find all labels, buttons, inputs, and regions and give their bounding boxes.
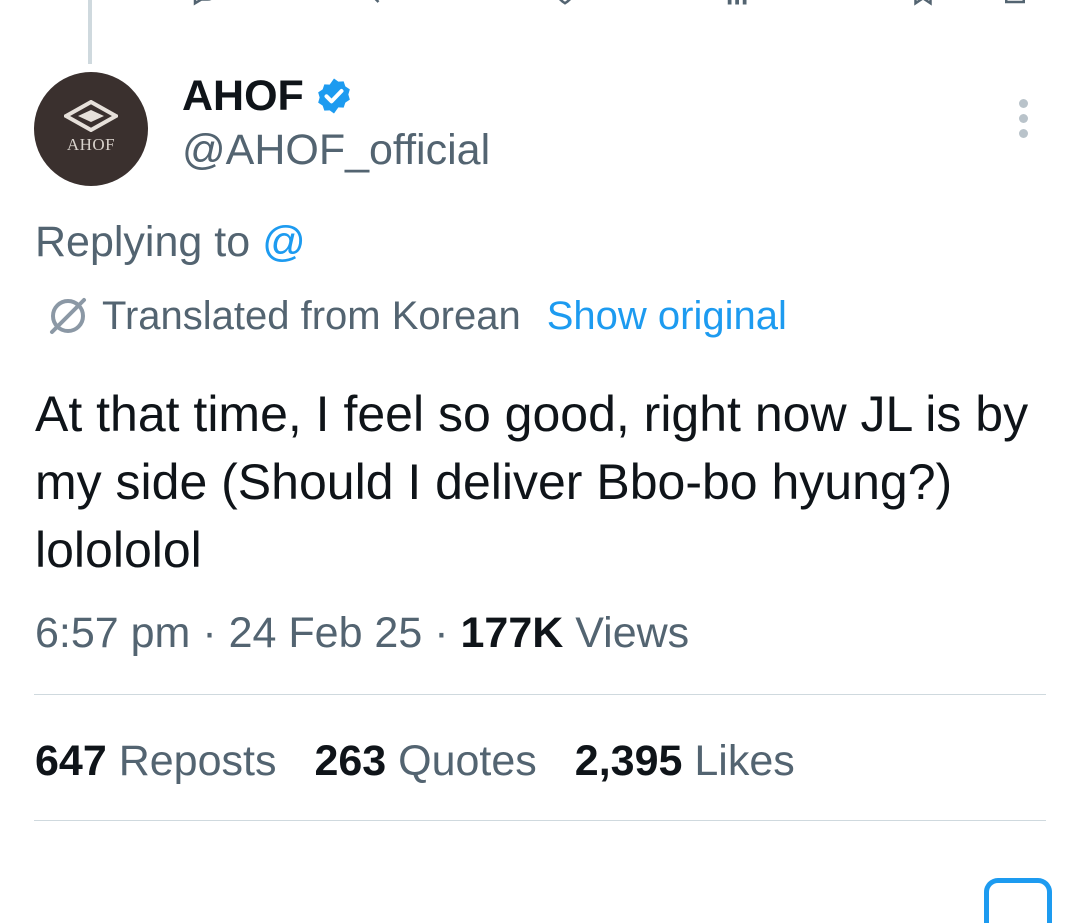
display-name-text: AHOF [182,72,304,120]
meta-separator: · [434,609,461,657]
reposts-label: Reposts [118,737,277,785]
likes-stat[interactable]: 2,395 Likes [575,735,795,787]
replying-handle-link[interactable]: @ [262,218,306,266]
reposts-count: 647 [35,737,107,785]
tweet-date[interactable]: 24 Feb 25 [229,609,423,657]
thread-connector-line [88,0,92,64]
verified-icon [317,78,350,114]
avatar[interactable]: AHOF [34,72,148,186]
replying-to-line: Replying to @ [35,216,306,268]
engagement-stats: 647 Reposts 263 Quotes 2,395 Likes [35,735,833,787]
quotes-stat[interactable]: 263 Quotes [314,735,536,787]
reposts-stat[interactable]: 647 Reposts [35,735,276,787]
more-icon[interactable] [1000,95,1046,141]
quotes-label: Quotes [398,737,537,785]
more-dot [1018,98,1028,108]
show-original-link[interactable]: Show original [547,290,787,342]
user-handle[interactable]: @AHOF_official [182,124,490,176]
views-count: 177K [460,609,564,657]
translate-icon [50,298,86,334]
more-dot [1018,113,1028,123]
divider [34,820,1046,821]
bookmark-icon[interactable] [908,0,938,10]
repost-icon[interactable] [366,0,396,10]
translated-label: Translated from Korean [102,294,521,338]
tweet-text: At that time, I feel so good, right now … [35,386,1029,578]
likes-count: 2,395 [574,737,683,785]
display-name[interactable]: AHOF [182,70,354,122]
replying-prefix: Replying to [35,218,263,266]
views-icon[interactable] [724,0,754,10]
likes-label: Likes [694,737,795,785]
tweet-time[interactable]: 6:57 pm [35,609,190,657]
views-label: Views [575,609,690,657]
quotes-count: 263 [314,737,387,785]
ahof-logo-icon [64,100,118,132]
divider [34,694,1046,695]
more-dot [1018,128,1028,138]
like-icon[interactable] [550,0,580,10]
meta-separator: · [202,609,229,657]
bottom-action-icon[interactable] [984,878,1052,923]
share-icon[interactable] [1000,0,1030,10]
tweet-meta: 6:57 pm · 24 Feb 25 · 177K Views [35,607,689,659]
reply-icon[interactable] [190,0,220,10]
avatar-text: AHOF [66,135,116,154]
translation-row: Translated from Korean Show original [44,290,787,342]
